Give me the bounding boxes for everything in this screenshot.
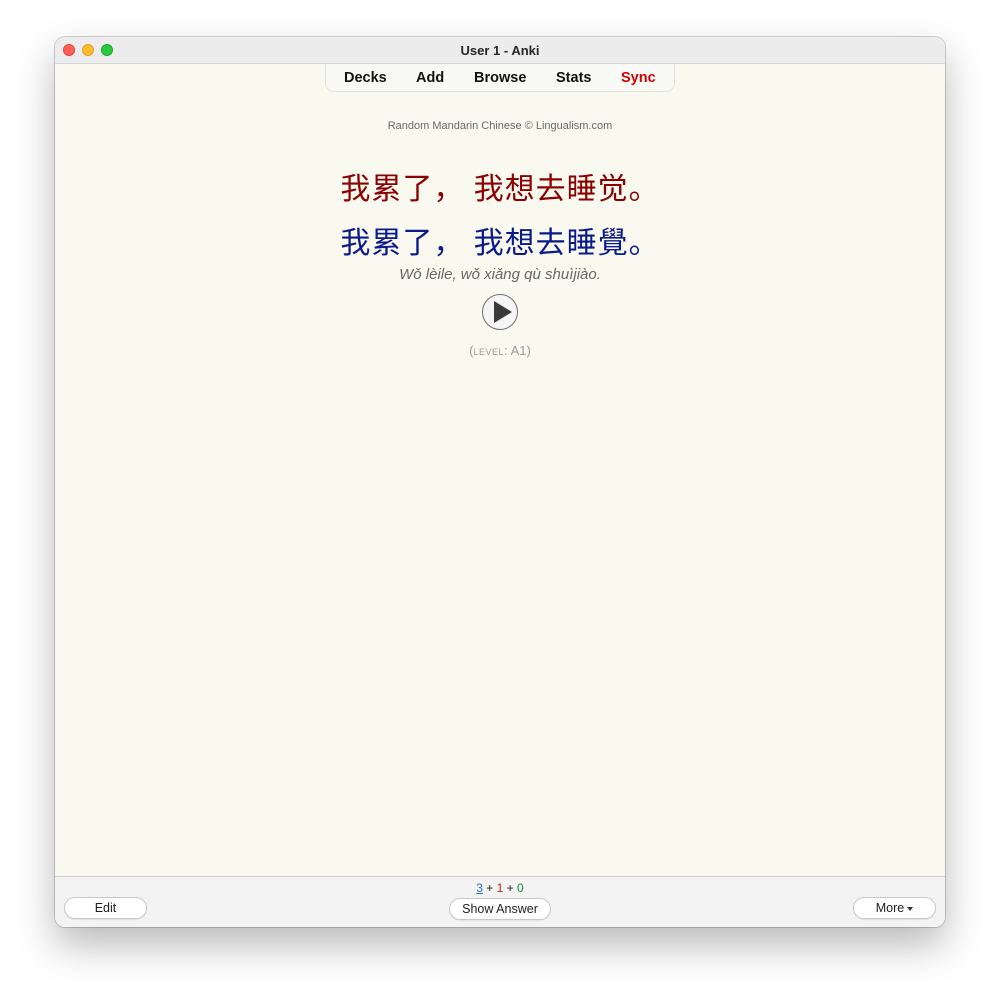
sync-button[interactable]: Sync <box>621 64 656 92</box>
card-view: Random Mandarin Chinese © Lingualism.com… <box>55 92 945 876</box>
review-count: 0 <box>517 881 524 895</box>
card-attribution: Random Mandarin Chinese © Lingualism.com <box>387 120 613 132</box>
due-counts: 3 + 1 + 0 <box>55 881 945 895</box>
level-indicator: (level: A1) <box>55 343 945 358</box>
play-icon <box>494 301 512 323</box>
show-answer-button[interactable]: Show Answer <box>449 898 551 920</box>
simplified-sentence: 我累了， 我想去睡觉。 <box>340 173 660 206</box>
more-button[interactable]: More <box>853 897 936 919</box>
browse-button[interactable]: Browse <box>474 64 526 92</box>
stats-button[interactable]: Stats <box>556 64 591 92</box>
level-value: A1 <box>510 343 527 358</box>
level-close-paren: ) <box>526 343 531 358</box>
title-bar[interactable]: User 1 - Anki <box>55 37 945 64</box>
play-audio-button[interactable] <box>482 294 518 330</box>
decks-button[interactable]: Decks <box>344 64 387 92</box>
count-separator: + <box>482 881 497 895</box>
edit-button[interactable]: Edit <box>64 897 147 919</box>
traditional-sentence: 我累了， 我想去睡覺。 <box>340 227 660 260</box>
caret-down-icon <box>907 906 914 911</box>
main-toolbar: Decks Add Browse Stats Sync <box>325 64 675 92</box>
add-button[interactable]: Add <box>416 64 444 92</box>
more-label: More <box>875 901 905 915</box>
window-title: User 1 - Anki <box>460 43 540 58</box>
level-label: level <box>473 347 505 357</box>
new-count: 3 <box>476 881 483 895</box>
anki-window: User 1 - Anki Decks Add Browse Stats Syn… <box>55 37 945 927</box>
pinyin-text: Wǒ lèile, wǒ xiǎng qù shuìjiào. <box>399 266 601 283</box>
count-separator: + <box>503 881 518 895</box>
review-bottom-bar: 3 + 1 + 0 Edit Show Answer More <box>55 876 945 927</box>
